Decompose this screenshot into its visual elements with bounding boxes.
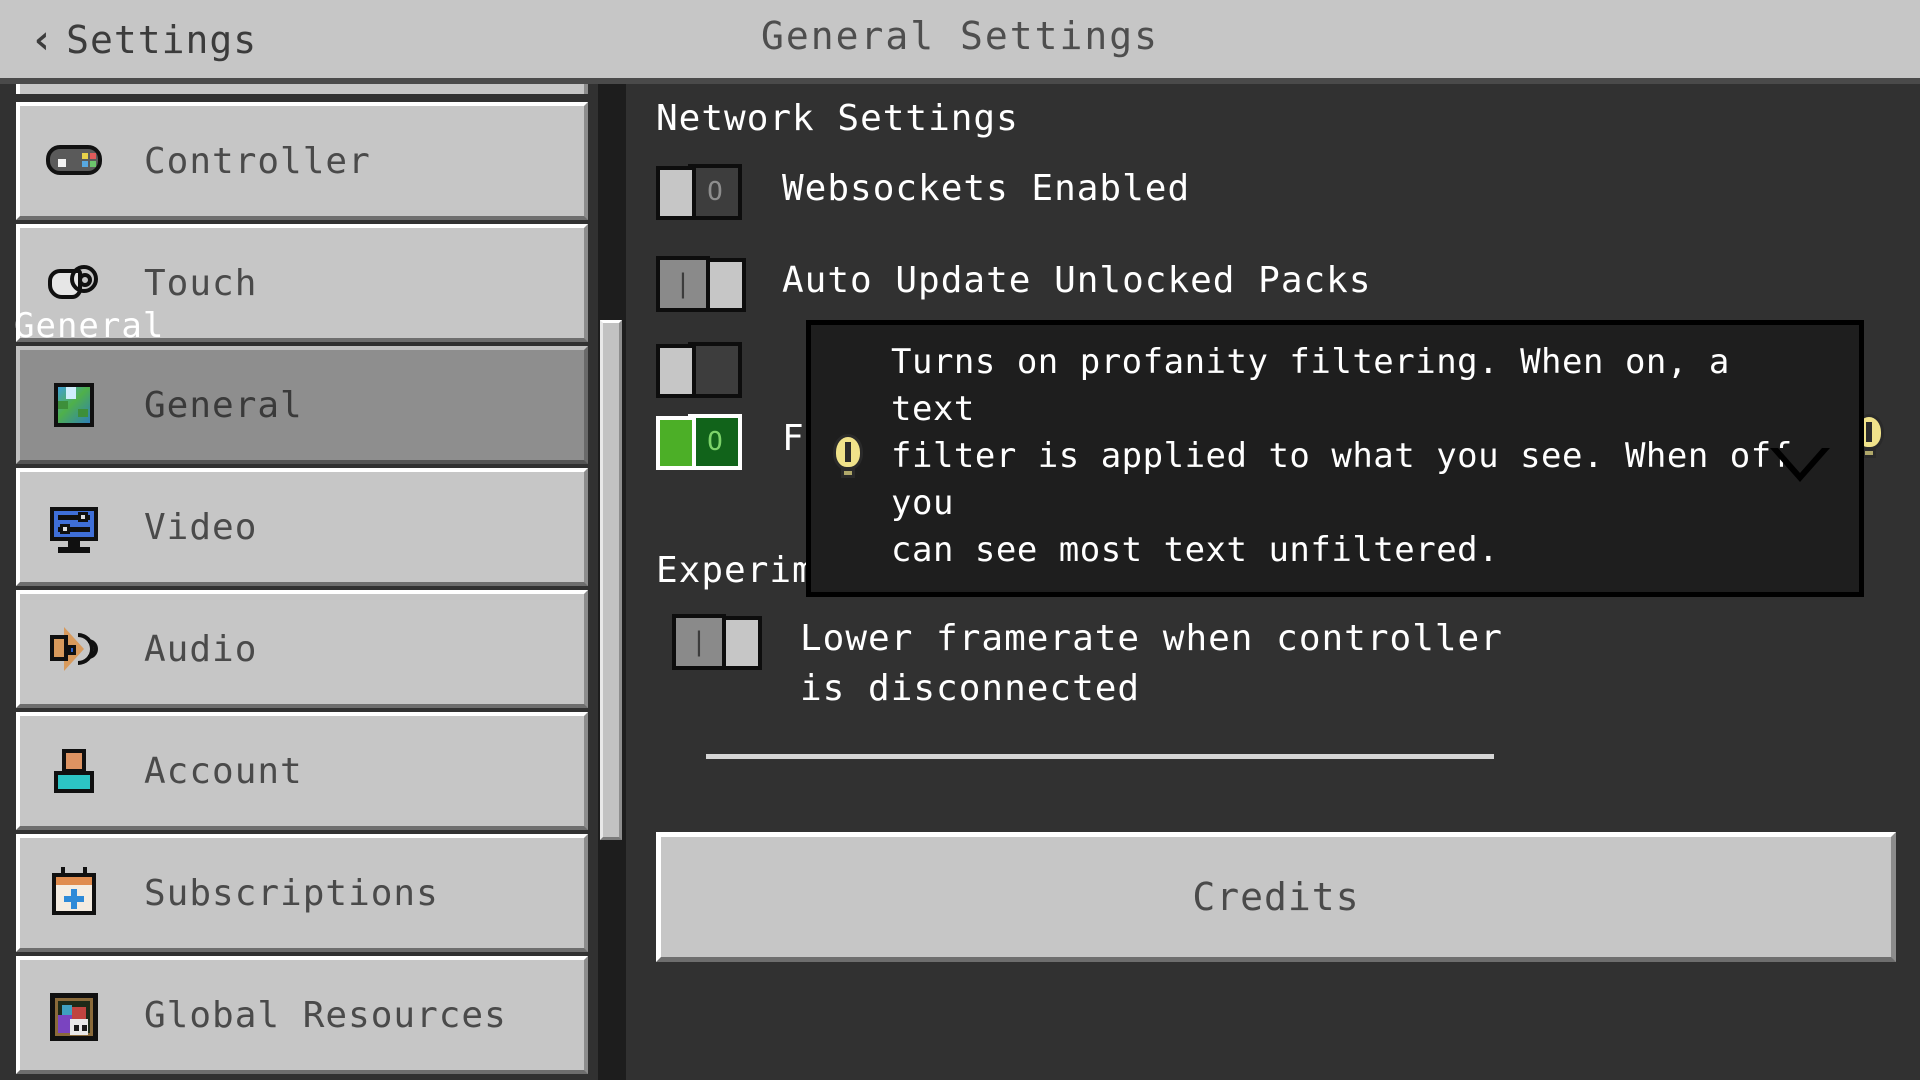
sidebar-item-video[interactable]: Video	[16, 468, 588, 586]
sidebar-item-label: Controller	[144, 140, 371, 182]
sidebar-item-label: Audio	[144, 628, 258, 670]
toggle-knob	[656, 344, 696, 398]
toggle-track: |	[672, 614, 726, 670]
sidebar-item-label: Global Resources	[144, 994, 507, 1036]
sidebar-item-label: Touch	[144, 262, 258, 304]
filter-profanity-toggle[interactable]: O	[656, 414, 742, 470]
obscured-toggle[interactable]	[656, 342, 742, 398]
sidebar-item-subscriptions[interactable]: Subscriptions	[16, 834, 588, 952]
websockets-enabled-toggle[interactable]: O	[656, 164, 742, 220]
option-label: Auto Update Unlocked Packs	[782, 260, 1372, 301]
option-label: Websockets Enabled	[782, 168, 1191, 209]
sidebar-item-label: General	[144, 384, 303, 426]
option-websockets-enabled: O Websockets Enabled	[656, 164, 1190, 220]
toggle-knob	[722, 616, 762, 670]
touch-hand-icon	[44, 253, 104, 313]
network-settings-heading: Network Settings	[656, 98, 1019, 139]
tooltip-line-3: can see most text unfiltered.	[891, 530, 1500, 570]
filter-profanity-tooltip: Turns on profanity filtering. When on, a…	[806, 320, 1864, 597]
toggle-knob	[656, 166, 696, 220]
tooltip-tail-inner	[1778, 448, 1822, 473]
section-divider	[706, 754, 1494, 759]
sidebar-item-general[interactable]: General	[16, 346, 588, 464]
controller-icon	[44, 131, 104, 191]
toggle-glyph: |	[675, 269, 691, 299]
sidebar-scrollbar-thumb[interactable]	[600, 320, 622, 840]
tooltip-line-2: filter is applied to what you see. When …	[891, 436, 1814, 523]
sidebar: Controller Touch General General Video A…	[0, 84, 596, 1080]
toggle-knob	[656, 416, 696, 470]
sidebar-item-label: Account	[144, 750, 303, 792]
sidebar-item-controller[interactable]: Controller	[16, 102, 588, 220]
sidebar-item-label: Video	[144, 506, 258, 548]
calendar-plus-icon	[44, 863, 104, 923]
tooltip-line-1: Turns on profanity filtering. When on, a…	[891, 342, 1730, 429]
toggle-track	[688, 342, 742, 398]
sidebar-item-label: Subscriptions	[144, 872, 439, 914]
credits-button-label: Credits	[1192, 875, 1360, 919]
globe-cube-icon	[44, 375, 104, 435]
sidebar-item-global-resources[interactable]: Global Resources	[16, 956, 588, 1074]
painting-icon	[44, 985, 104, 1045]
toggle-track: |	[656, 256, 710, 312]
toggle-knob	[706, 258, 746, 312]
toggle-glyph: O	[707, 177, 723, 207]
sidebar-item-account[interactable]: Account	[16, 712, 588, 830]
option-auto-update-unlocked-packs: | Auto Update Unlocked Packs	[656, 256, 1372, 312]
page-title: General Settings	[760, 14, 1160, 58]
credits-button[interactable]: Credits	[656, 832, 1896, 962]
option-lower-framerate: | Lower framerate when controller is dis…	[672, 614, 1772, 714]
info-bulb-icon	[831, 433, 865, 480]
tooltip-text-block: Turns on profanity filtering. When on, a…	[891, 339, 1833, 574]
auto-update-unlocked-packs-toggle[interactable]: |	[656, 256, 746, 312]
sidebar-item-partial-top[interactable]	[16, 84, 588, 94]
sidebar-section-header-general: General	[14, 306, 165, 346]
header-bar: ‹ Settings General Settings	[0, 0, 1920, 84]
toggle-track: O	[688, 164, 742, 220]
settings-screen: ‹ Settings General Settings Controller T…	[0, 0, 1920, 1080]
option-label: Lower framerate when controller is disco…	[800, 618, 1503, 709]
monitor-icon	[44, 497, 104, 557]
lower-framerate-toggle[interactable]: |	[672, 614, 762, 670]
person-icon	[44, 741, 104, 801]
toggle-glyph: |	[691, 627, 707, 657]
toggle-track: O	[688, 414, 742, 470]
toggle-glyph: O	[707, 427, 723, 457]
option-obscured-row	[656, 342, 742, 398]
sidebar-item-audio[interactable]: Audio	[16, 590, 588, 708]
speaker-icon	[44, 619, 104, 679]
